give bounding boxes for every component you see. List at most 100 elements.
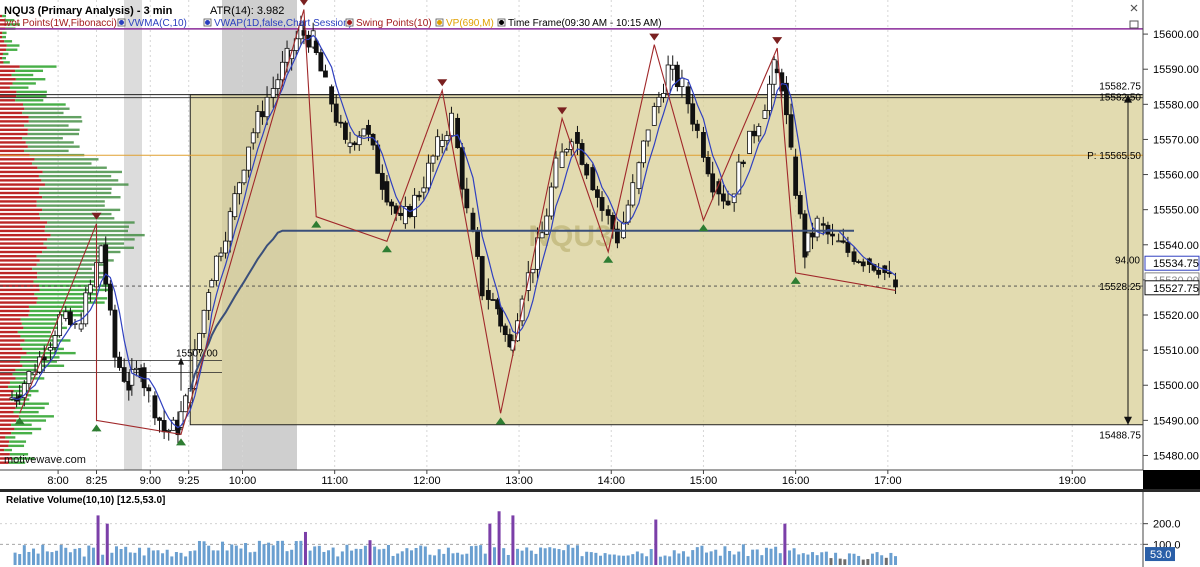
candle-down: [721, 193, 726, 202]
profile-bar-sell: [0, 217, 41, 220]
volume-bar: [539, 547, 543, 565]
volume-bar: [207, 545, 211, 565]
time-tick-label: 16:00: [782, 475, 810, 487]
volume-bar: [405, 548, 409, 565]
profile-bar-sell: [0, 48, 7, 51]
candle-up: [836, 240, 842, 243]
volume-bar: [894, 556, 898, 565]
candle-down: [479, 256, 485, 297]
swing-icon[interactable]: [345, 18, 354, 27]
candle-up: [762, 110, 768, 119]
volume-bar: [492, 547, 496, 565]
candle-up: [255, 111, 261, 134]
volume-bar: [188, 551, 192, 565]
vwap-icon[interactable]: [203, 18, 212, 27]
candle-up: [264, 96, 270, 118]
profile-bar-sell: [0, 65, 20, 68]
profile-bar-buy: [6, 44, 20, 47]
price-chart[interactable]: NQU3 15582.7515582.50P: 15565.5015488.75…: [0, 0, 1200, 567]
volume-bar: [382, 548, 386, 565]
volume-bar: [22, 545, 26, 565]
volume-bar: [838, 558, 842, 565]
profile-bar-buy: [33, 280, 96, 283]
volume-bar: [299, 540, 303, 565]
volume-bar: [133, 552, 137, 565]
volume-panel-title[interactable]: Relative Volume(10,10) [12.5,53.0]: [6, 495, 165, 506]
profile-bar-sell: [0, 238, 48, 241]
candle-up: [439, 140, 445, 147]
indicator-legend-label[interactable]: VWAP(1D,false,Chart Session): [214, 18, 352, 29]
clock-icon[interactable]: [497, 18, 506, 27]
volume-bar: [110, 552, 114, 565]
volume-bar: [257, 540, 261, 565]
candle-down: [710, 173, 716, 193]
range-size-label: 94.00: [1115, 256, 1140, 267]
profile-bar-buy: [28, 305, 83, 308]
candle-up: [444, 135, 450, 141]
volume-bar: [474, 545, 478, 565]
vwma-icon[interactable]: [117, 18, 126, 27]
candle-up: [548, 186, 554, 217]
profile-bar-sell: [0, 137, 22, 140]
candle-down: [590, 167, 596, 191]
candle-down: [366, 124, 371, 135]
indicator-legend-label[interactable]: VWMA(C,10): [128, 18, 187, 29]
candle-down: [398, 212, 404, 216]
candle-up: [636, 162, 642, 189]
profile-bar-buy: [2, 31, 7, 35]
profile-bar-buy: [9, 440, 27, 443]
volume-bar: [483, 553, 487, 565]
candle-up: [237, 182, 242, 195]
candle-down: [575, 132, 580, 144]
volume-bar: [751, 549, 755, 565]
atr-label[interactable]: ATR(14): 3.982: [210, 5, 284, 17]
profile-bar-buy: [17, 402, 49, 405]
volume-bar: [13, 552, 17, 565]
candle-down: [860, 261, 866, 267]
volume-bar: [552, 548, 556, 565]
volume-bar: [414, 548, 418, 565]
candle-up: [430, 155, 436, 164]
volume-tick-label: 200.0: [1153, 519, 1181, 531]
volume-bar: [672, 550, 676, 565]
volume-bar: [880, 555, 884, 565]
profile-bar-sell: [0, 339, 25, 342]
vp-icon[interactable]: [435, 18, 444, 27]
volume-bar: [55, 550, 59, 565]
panel-separator[interactable]: [0, 489, 1200, 492]
volume-bar: [271, 545, 275, 565]
profile-bar-sell: [0, 423, 12, 426]
volume-bar: [354, 548, 358, 565]
price-tick-label: 15500.00: [1153, 380, 1199, 392]
candle-down: [694, 123, 700, 131]
candle-up: [361, 128, 367, 137]
profile-bar-sell: [0, 444, 9, 448]
volume-bar: [253, 551, 257, 565]
volume-bar: [225, 550, 229, 565]
volume-bar: [820, 552, 824, 565]
volume-bar: [801, 553, 805, 565]
volume-bar: [811, 552, 815, 565]
profile-bar-sell: [0, 398, 11, 401]
volume-bar: [294, 541, 298, 565]
volume-bar-high: [303, 531, 307, 565]
profile-bar-buy: [16, 90, 47, 94]
volume-bar: [469, 546, 473, 565]
symbol-title[interactable]: NQU3 (Primary Analysis) - 3 min: [4, 5, 173, 17]
profile-bar-buy: [29, 309, 85, 313]
volume-bar: [41, 544, 45, 565]
volume-bar: [234, 545, 238, 565]
indicator-legend-label[interactable]: Time Frame(09:30 AM - 10:15 AM): [508, 18, 662, 29]
candle-down: [740, 161, 746, 165]
profile-bar-buy: [14, 427, 42, 431]
indicator-legend-label[interactable]: ivot Points(1W,Fibonacci): [4, 18, 117, 29]
indicator-legend-label[interactable]: Swing Points(10): [356, 18, 432, 29]
volume-bar: [340, 551, 344, 565]
volume-bar: [73, 548, 77, 565]
volume-bar: [824, 551, 828, 565]
time-axis-background: [0, 470, 1143, 489]
volume-bar: [580, 556, 584, 565]
indicator-legend-label[interactable]: VP(690,M): [446, 18, 494, 29]
profile-bar-sell: [0, 440, 10, 443]
profile-bar-sell: [0, 330, 18, 334]
